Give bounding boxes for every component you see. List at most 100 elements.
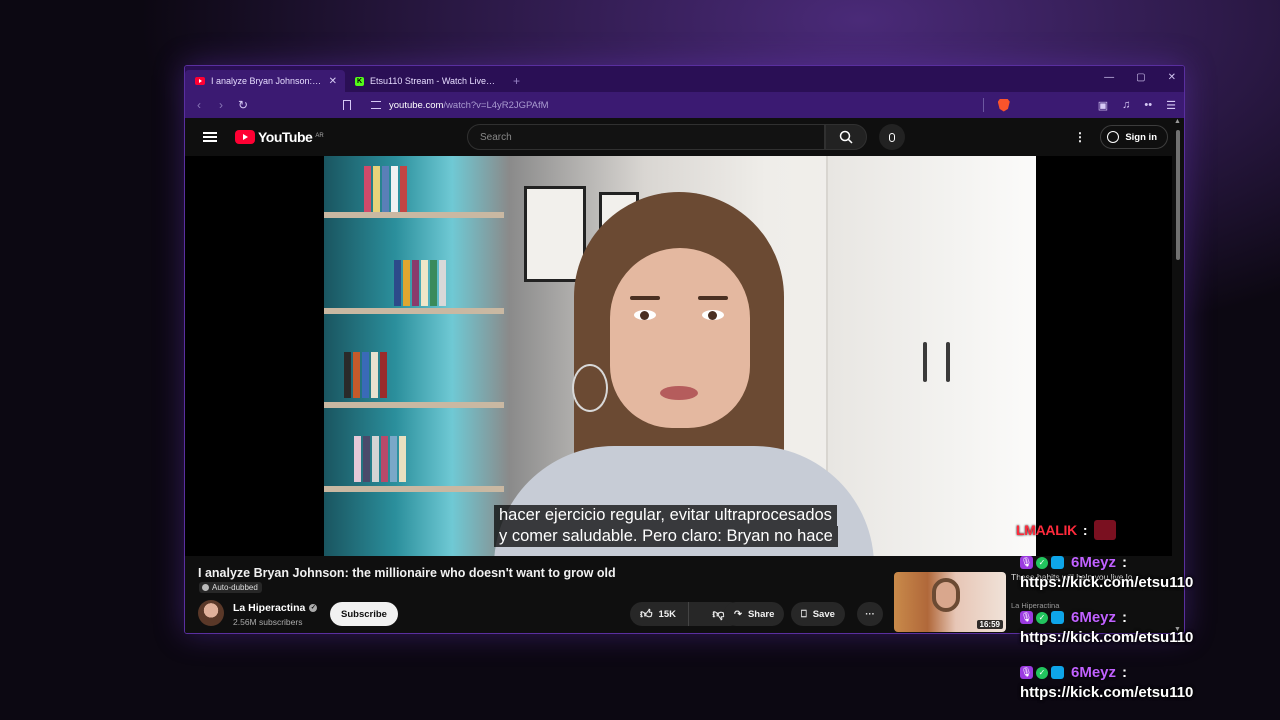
wardrobe-door: [826, 156, 1036, 556]
caption-line-1: hacer ejercicio regular, evitar ultrapro…: [494, 505, 837, 526]
channel-name-text: La Hiperactina: [233, 602, 306, 614]
bookshelf: [324, 486, 504, 492]
verified-badge-icon: ✓: [1036, 666, 1048, 679]
tab-youtube[interactable]: I analyze Bryan Johnson: the mill ✕: [185, 70, 345, 92]
tab-kick[interactable]: K Etsu110 Stream - Watch Live on K: [345, 70, 505, 92]
recommended-thumbnail[interactable]: 16:59: [894, 572, 1006, 632]
earring: [572, 364, 608, 412]
address-bar-actions: ▣ ♫ •• ☰: [982, 98, 1176, 112]
scroll-up-icon[interactable]: ▲: [1174, 118, 1181, 125]
youtube-logo[interactable]: YouTube AR: [235, 129, 324, 145]
books: [344, 352, 387, 398]
sidebar-icon[interactable]: ▣: [1098, 99, 1108, 112]
verified-badge-icon: ✓: [1036, 556, 1048, 569]
maximize-icon[interactable]: ▢: [1136, 72, 1145, 83]
chat-text: https://kick.com/etsu110: [1020, 684, 1194, 701]
glasses-icon[interactable]: ••: [1144, 99, 1152, 111]
subscribe-button[interactable]: Subscribe: [330, 602, 398, 626]
books: [364, 166, 407, 212]
chat-message: 🎙︎ ✓ 6Meyz : https://kick.com/etsu110: [1020, 554, 1270, 591]
video-player[interactable]: hacer ejercicio regular, evitar ultrapro…: [185, 156, 1173, 556]
more-options-icon[interactable]: ⋮: [1074, 130, 1086, 144]
chat-message-top: LMAALIK :: [1016, 520, 1116, 540]
bookmark-save-icon: ⎕: [801, 608, 807, 620]
cube-badge-icon: [1051, 666, 1064, 679]
video-frame[interactable]: [324, 156, 1036, 556]
voice-search-button[interactable]: [879, 124, 905, 150]
save-button[interactable]: ⎕ Save: [791, 602, 845, 626]
chat-colon: :: [1122, 554, 1128, 571]
dubbing-icon: [202, 584, 209, 591]
chat-message: 🎙︎ ✓ 6Meyz : https://kick.com/etsu110: [1020, 609, 1270, 646]
bookshelf: [324, 402, 504, 408]
share-icon: ↷: [734, 608, 742, 620]
close-icon[interactable]: ✕: [329, 76, 337, 87]
new-tab-button[interactable]: +: [513, 74, 520, 88]
chat-colon: :: [1122, 609, 1128, 626]
logo-wordmark: YouTube: [258, 129, 313, 145]
thumbs-up-icon: 👍︎: [640, 606, 653, 621]
back-icon[interactable]: ‹: [193, 98, 205, 112]
like-button[interactable]: 👍︎ 15K: [630, 602, 689, 626]
microphone-badge-icon: 🎙︎: [1020, 611, 1033, 624]
microphone-badge-icon: 🎙︎: [1020, 556, 1033, 569]
subtitle-caption: hacer ejercicio regular, evitar ultrapro…: [494, 505, 838, 547]
share-button[interactable]: ↷ Share: [724, 602, 785, 626]
eyebrow: [630, 296, 660, 300]
emote-icon: [1093, 520, 1116, 540]
search-placeholder: Search: [480, 131, 512, 143]
sign-in-label: Sign in: [1125, 131, 1157, 143]
save-label: Save: [812, 608, 835, 620]
microphone-icon: [889, 132, 895, 142]
chat-username: 6Meyz: [1071, 609, 1117, 626]
eye: [634, 310, 656, 320]
chat-text: https://kick.com/etsu110: [1020, 574, 1194, 591]
tab-title: I analyze Bryan Johnson: the mill: [211, 76, 323, 86]
thumbs-down-icon: 👎︎: [712, 606, 725, 621]
eyebrow: [698, 296, 728, 300]
divider: [982, 98, 984, 112]
microphone-badge-icon: 🎙︎: [1020, 666, 1033, 679]
close-window-icon[interactable]: ✕: [1168, 72, 1176, 83]
sign-in-button[interactable]: Sign in: [1100, 125, 1168, 149]
youtube-header: YouTube AR Search ⋮ Sign in: [185, 118, 1184, 156]
url-domain: youtube.com: [389, 99, 444, 111]
channel-avatar[interactable]: [198, 600, 224, 626]
minimize-icon[interactable]: —: [1104, 72, 1114, 83]
address-bar: ‹ › ↻ youtube.com/watch?v=L4yR2JGPAfM ▣ …: [185, 92, 1184, 118]
mouth: [660, 386, 698, 400]
door-handle: [923, 342, 927, 382]
stream-chat-overlay: LMAALIK : 🎙︎ ✓ 6Meyz : https://kick.com/…: [1016, 520, 1280, 720]
face-shape: [610, 248, 750, 428]
reload-icon[interactable]: ↻: [237, 98, 249, 112]
menu-icon[interactable]: ☰: [1166, 99, 1176, 112]
video-title: I analyze Bryan Johnson: the millionaire…: [198, 566, 616, 580]
user-icon: [1107, 131, 1120, 143]
brave-shields-icon[interactable]: [997, 98, 1010, 112]
more-actions-button[interactable]: ···: [857, 602, 883, 626]
auto-dubbed-badge: Auto-dubbed: [199, 582, 262, 593]
bookmark-icon[interactable]: [343, 100, 351, 110]
chat-colon: :: [1082, 522, 1088, 538]
search-icon: [839, 130, 853, 144]
window-controls: — ▢ ✕: [1104, 72, 1176, 83]
share-label: Share: [747, 608, 775, 620]
site-settings-icon[interactable]: [371, 101, 381, 109]
forward-icon[interactable]: ›: [215, 98, 227, 112]
chat-text: https://kick.com/etsu110: [1020, 629, 1194, 646]
chat-message: 🎙︎ ✓ 6Meyz : https://kick.com/etsu110: [1020, 664, 1270, 701]
search-button[interactable]: [825, 124, 867, 150]
url-field[interactable]: youtube.com/watch?v=L4yR2JGPAfM: [371, 100, 973, 111]
music-icon[interactable]: ♫: [1122, 99, 1130, 111]
chat-username: LMAALIK: [1016, 522, 1077, 538]
youtube-play-icon: [235, 130, 255, 144]
cube-badge-icon: [1051, 611, 1064, 624]
search-input[interactable]: Search: [467, 124, 825, 150]
door-handle: [946, 342, 950, 382]
duration-badge: 16:59: [976, 620, 1003, 629]
hamburger-menu-icon[interactable]: [203, 132, 217, 142]
chat-colon: :: [1122, 664, 1128, 681]
channel-name[interactable]: La Hiperactina ✓: [233, 602, 318, 614]
caption-line-2: y comer saludable. Pero claro: Bryan no …: [494, 526, 838, 547]
scroll-thumb[interactable]: [1176, 130, 1180, 260]
